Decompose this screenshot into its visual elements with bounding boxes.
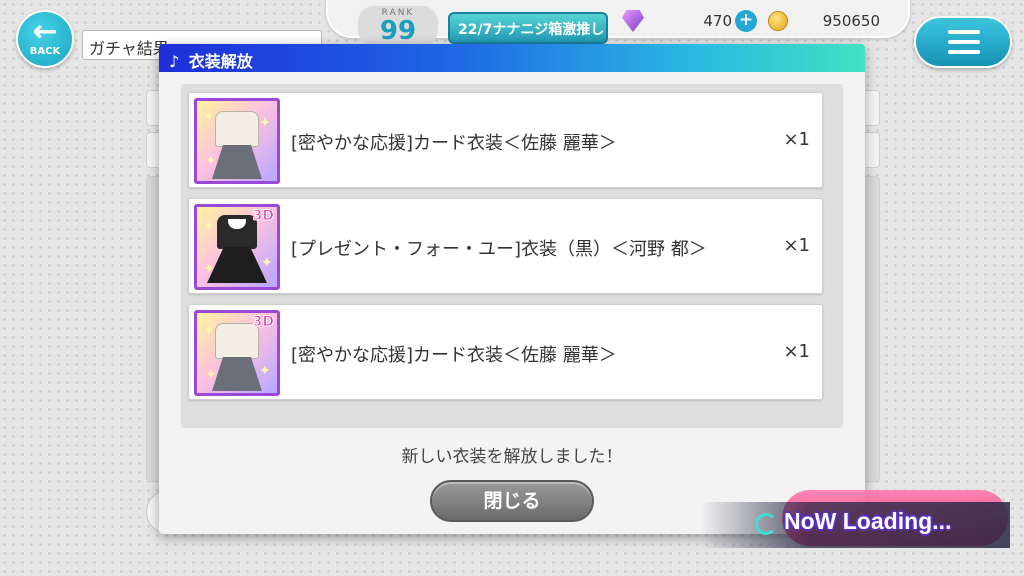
back-button[interactable]: ← BACK xyxy=(16,10,74,68)
gem-count: 470 xyxy=(703,12,732,30)
list-item: ✦ ✦ ✦ 3D [プレゼント・フォー・ユー]衣装（黒）＜河野 都＞ ×1 xyxy=(188,198,823,294)
back-label: BACK xyxy=(29,46,61,57)
item-name: [密やかな応援]カード衣装＜佐藤 麗華＞ xyxy=(291,345,617,366)
back-arrow-icon: ← xyxy=(32,14,58,49)
costume-unlock-dialog: ♪ 衣装解放 ✦ ✦ ✦ [密やかな応援]カード衣装＜佐藤 麗華＞ ×1 ✦ ✦… xyxy=(159,44,865,534)
item-list: ✦ ✦ ✦ [密やかな応援]カード衣装＜佐藤 麗華＞ ×1 ✦ ✦ ✦ 3D [… xyxy=(181,84,843,428)
sparkle-icon: ✦ xyxy=(259,115,271,131)
sparkle-icon: ✦ xyxy=(203,323,215,339)
list-item: ✦ ✦ ✦ [密やかな応援]カード衣装＜佐藤 麗華＞ ×1 xyxy=(188,92,823,188)
loading-text: NoW Loading... xyxy=(784,508,952,534)
menu-icon-bar xyxy=(948,50,980,54)
coin-count: 950650 xyxy=(822,12,880,30)
menu-icon xyxy=(948,30,980,34)
menu-button[interactable] xyxy=(914,16,1012,68)
sparkle-icon: ✦ xyxy=(205,153,217,169)
rank-value: 99 xyxy=(379,16,417,46)
costume-thumbnail: ✦ ✦ ✦ 3D xyxy=(194,310,280,396)
dialog-header: ♪ 衣装解放 xyxy=(159,44,865,72)
costume-thumbnail: ✦ ✦ ✦ 3D xyxy=(194,204,280,290)
menu-icon-bar xyxy=(948,40,980,44)
sparkle-icon: ✦ xyxy=(259,363,271,379)
sparkle-icon: ✦ xyxy=(203,109,215,125)
costume-thumbnail: ✦ ✦ ✦ xyxy=(194,98,280,184)
close-button[interactable]: 閉じる xyxy=(430,480,594,522)
3d-badge: 3D xyxy=(252,208,274,225)
sparkle-icon: ✦ xyxy=(205,367,217,383)
costume-top xyxy=(215,111,259,147)
costume-skirt xyxy=(212,145,262,179)
item-quantity: ×1 xyxy=(783,341,810,362)
sparkle-icon: ✦ xyxy=(261,255,273,271)
event-banner[interactable]: 22/7ナナニジ箱激推し xyxy=(448,12,608,44)
music-note-icon: ♪ xyxy=(169,52,180,71)
rank-display: RANK 99 xyxy=(358,6,438,46)
costume-skirt xyxy=(207,247,267,283)
unlock-message: 新しい衣装を解放しました！ xyxy=(401,447,623,467)
item-quantity: ×1 xyxy=(783,129,810,150)
item-quantity: ×1 xyxy=(783,235,810,256)
list-item: ✦ ✦ ✦ 3D [密やかな応援]カード衣装＜佐藤 麗華＞ ×1 xyxy=(188,304,823,400)
dialog-title: 衣装解放 xyxy=(188,52,253,71)
item-name: [プレゼント・フォー・ユー]衣装（黒）＜河野 都＞ xyxy=(291,239,707,260)
coin-icon xyxy=(768,11,788,31)
3d-badge: 3D xyxy=(252,314,274,331)
loading-spinner-icon xyxy=(755,513,777,535)
plus-icon[interactable]: + xyxy=(735,10,757,32)
costume-skirt xyxy=(212,357,262,391)
sparkle-icon: ✦ xyxy=(203,219,215,235)
item-name: [密やかな応援]カード衣装＜佐藤 麗華＞ xyxy=(291,133,617,154)
